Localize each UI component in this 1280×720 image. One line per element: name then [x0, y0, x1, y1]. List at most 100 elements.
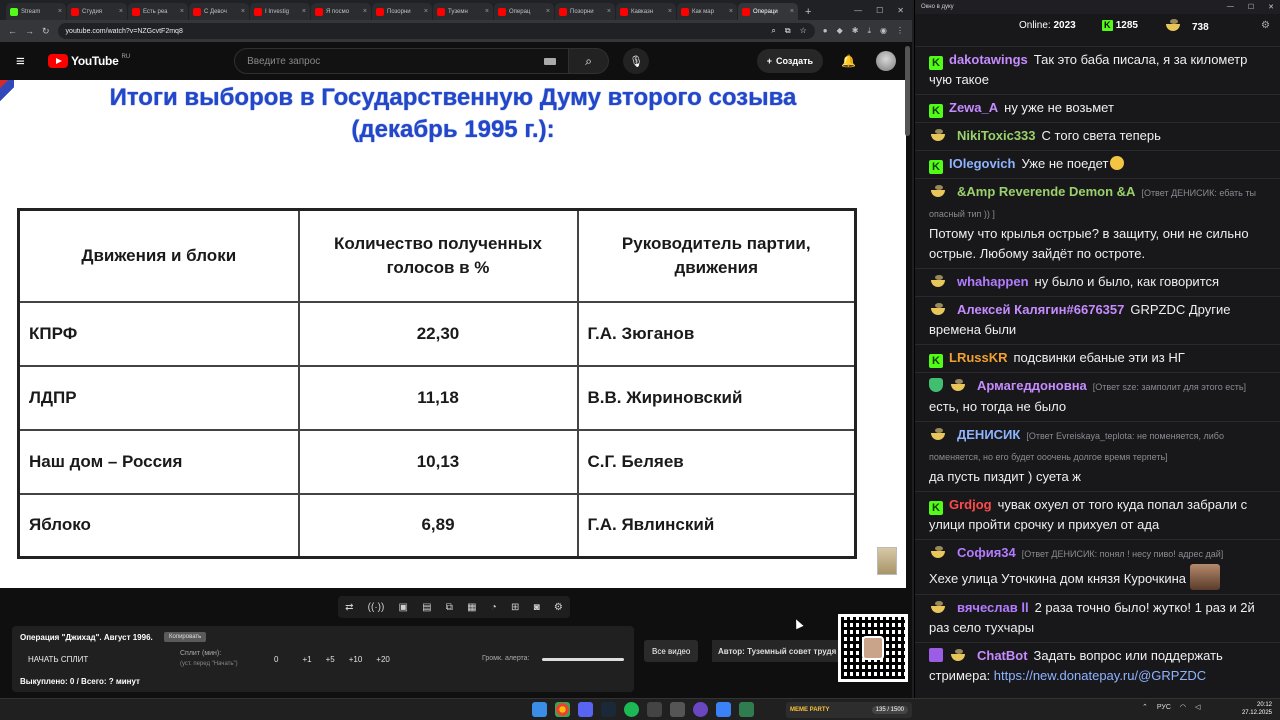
split-increment-button[interactable]: +10 [349, 655, 363, 664]
browser-tab[interactable]: I Investig × [250, 3, 310, 20]
close-icon[interactable]: ✕ [1268, 3, 1274, 11]
chat-username[interactable]: Grdjog [949, 497, 992, 512]
active-window-icon[interactable] [716, 702, 731, 717]
profile-icon[interactable]: ◉ [880, 26, 887, 36]
chat-username[interactable]: whahappen [957, 274, 1029, 289]
chevron-up-icon[interactable]: ⌃ [1142, 703, 1148, 711]
wifi-icon[interactable]: ◠ [1180, 703, 1186, 711]
media-player-icon[interactable] [693, 702, 708, 717]
steam-icon[interactable] [601, 702, 616, 717]
create-button[interactable]: + Создать [756, 49, 824, 73]
discord-icon[interactable] [578, 702, 593, 717]
alert-volume-slider[interactable] [542, 658, 624, 661]
chrome-icon[interactable] [555, 702, 570, 717]
chat-username[interactable]: Zewa_A [949, 100, 998, 115]
speed-icon[interactable]: ◔ [491, 602, 497, 613]
chat-username[interactable]: ChatBot [977, 648, 1028, 663]
tab-close-icon[interactable]: × [485, 8, 489, 15]
extension-icon[interactable]: ● [823, 26, 828, 36]
avatar[interactable] [876, 51, 896, 71]
settings-gear-icon[interactable]: ⚙ [554, 602, 563, 613]
donation-link[interactable]: https://new.donatepay.ru/@GRPZDC [994, 668, 1206, 683]
app-icon[interactable] [670, 702, 685, 717]
address-bar[interactable]: youtube.com/watch?v=NZGcvtF2mq8 ⌕ ⧉ ☆ [57, 23, 815, 39]
start-icon[interactable] [532, 702, 547, 717]
tab-close-icon[interactable]: × [546, 8, 550, 15]
forward-icon[interactable]: → [25, 26, 34, 36]
search-button[interactable]: ⌕ [569, 48, 610, 74]
audio-icon[interactable]: ((·)) [368, 602, 385, 613]
start-split-button[interactable]: НАЧАТЬ СПЛИТ [28, 655, 88, 664]
minimize-icon[interactable]: — [854, 6, 862, 15]
browser-tab[interactable]: Операци × [738, 3, 798, 20]
language-indicator[interactable]: РУС [1157, 704, 1171, 711]
chat-username[interactable]: LRussKR [949, 350, 1008, 365]
screenshot-icon[interactable]: ◙ [534, 602, 540, 613]
tab-close-icon[interactable]: × [668, 8, 672, 15]
browser-tab[interactable]: Есть реа × [128, 3, 188, 20]
tab-close-icon[interactable]: × [607, 8, 611, 15]
tab-close-icon[interactable]: × [119, 8, 123, 15]
all-videos-button[interactable]: Все видео [644, 640, 699, 662]
browser-tab[interactable]: Stream × [6, 3, 66, 20]
tab-close-icon[interactable]: × [58, 8, 62, 15]
chat-username[interactable]: IOlegovich [949, 156, 1015, 171]
download-icon[interactable]: ⤓ [867, 26, 871, 36]
keyboard-icon[interactable] [544, 57, 557, 65]
chat-username[interactable]: ДЕНИСИК [957, 427, 1020, 442]
obs-icon[interactable] [647, 702, 662, 717]
chat-username[interactable]: Алексей Калягин#6676357 [957, 302, 1124, 317]
chat-username[interactable]: dakotawings [949, 52, 1028, 67]
tab-close-icon[interactable]: × [363, 8, 367, 15]
add-clip-icon[interactable]: ⊞ [511, 602, 519, 613]
youtube-logo[interactable]: YouTube RU [48, 54, 130, 68]
puzzle-icon[interactable]: ✱ [852, 26, 859, 36]
system-clock[interactable]: 20:12 27.12.2025 [1236, 701, 1272, 717]
browser-tab[interactable]: Позорни × [372, 3, 432, 20]
cast-icon[interactable]: ⧉ [785, 26, 791, 36]
notifications-bell-icon[interactable]: 🔔 [841, 54, 856, 68]
clapper-icon[interactable]: ▤ [422, 602, 431, 613]
chat-username[interactable]: вячеслав ll [957, 600, 1029, 615]
minimize-icon[interactable]: — [1227, 3, 1234, 11]
chat-username[interactable]: Армагеддоновна [977, 378, 1087, 393]
new-tab-button[interactable]: + [799, 6, 817, 20]
kebab-menu-icon[interactable]: ⋮ [896, 26, 904, 36]
volume-icon[interactable]: ◁ [1195, 703, 1200, 711]
voice-search-button[interactable]: 🎙 [623, 48, 650, 74]
hamburger-menu-icon[interactable]: ≡ [16, 53, 42, 70]
browser-tab[interactable]: Я посмо × [311, 3, 371, 20]
maximize-icon[interactable]: ☐ [876, 6, 883, 15]
video-player[interactable]: Итоги выборов в Государственную Думу вто… [0, 80, 906, 588]
browser-tab[interactable]: Как мар × [677, 3, 737, 20]
close-icon[interactable]: ✕ [897, 6, 904, 15]
spotify-icon[interactable] [624, 702, 639, 717]
chat-username[interactable]: София34 [957, 545, 1016, 560]
meme-party-widget[interactable]: MEME PARTY 135 / 1500 [786, 702, 912, 718]
split-increment-button[interactable]: 0 [274, 655, 278, 664]
browser-tab[interactable]: С Девоч × [189, 3, 249, 20]
loop-icon[interactable]: ⇄ [345, 602, 353, 613]
browser-tab[interactable]: Кавказн × [616, 3, 676, 20]
terminal-icon[interactable] [739, 702, 754, 717]
browser-tab[interactable]: Туземн × [433, 3, 493, 20]
browser-tab[interactable]: Студия × [67, 3, 127, 20]
screen-icon[interactable]: ▣ [399, 602, 408, 613]
tab-close-icon[interactable]: × [241, 8, 245, 15]
chat-username[interactable]: &Amp Reverende Demon &A [957, 184, 1135, 199]
browser-tab[interactable]: Операц × [494, 3, 554, 20]
split-increment-button[interactable]: +1 [302, 655, 311, 664]
extension-icon[interactable]: ◆ [837, 26, 843, 36]
search-input[interactable]: Введите запрос [234, 48, 570, 74]
browser-tab[interactable]: Позорни × [555, 3, 615, 20]
chat-username[interactable]: NikiToxic333 [957, 128, 1036, 143]
tab-close-icon[interactable]: × [424, 8, 428, 15]
back-icon[interactable]: ← [8, 26, 17, 36]
copy-button[interactable]: Копировать [164, 632, 207, 642]
chat-settings-icon[interactable]: ⚙ [1261, 20, 1270, 31]
bookmark-star-icon[interactable]: ☆ [800, 26, 807, 36]
tab-close-icon[interactable]: × [790, 8, 794, 15]
picture-in-picture-icon[interactable]: ⧉ [446, 602, 453, 613]
maximize-icon[interactable]: ☐ [1248, 3, 1254, 11]
reload-icon[interactable]: ↻ [42, 26, 50, 37]
